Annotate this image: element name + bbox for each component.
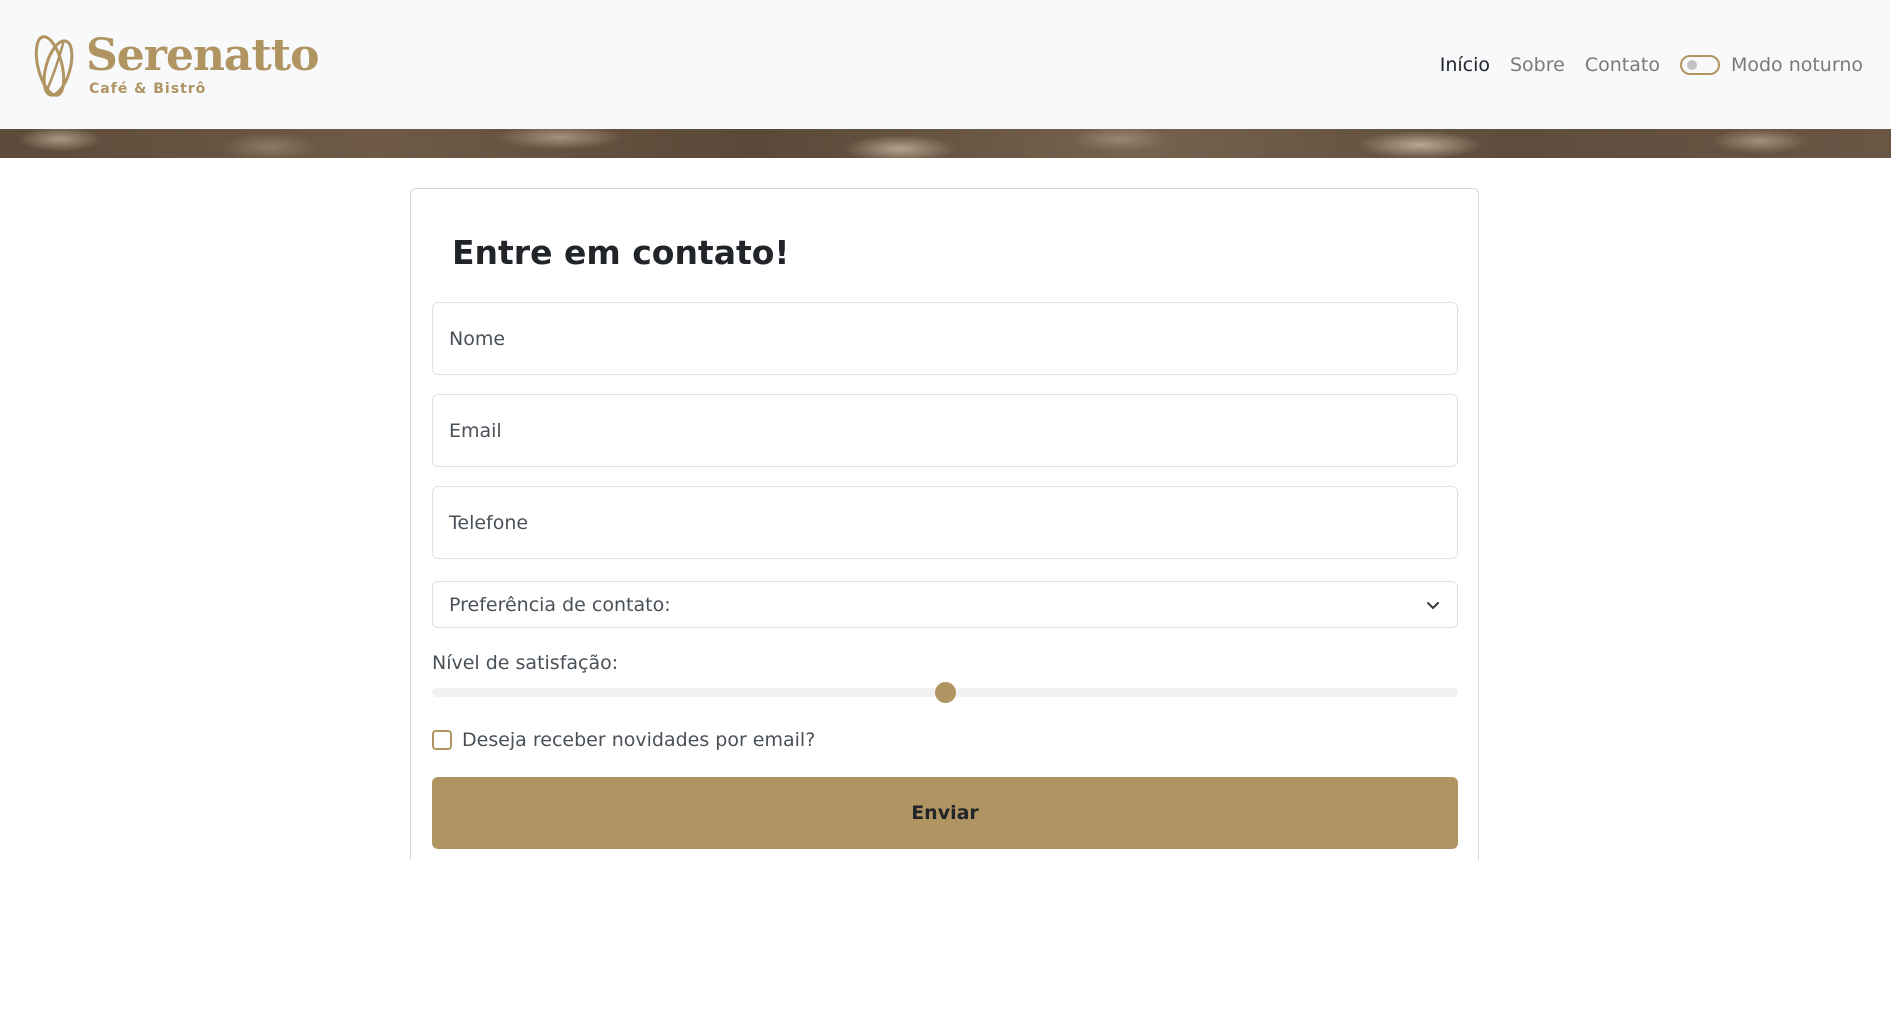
form-title: Entre em contato! [452,233,790,272]
email-input[interactable] [449,419,1441,442]
email-field [432,394,1458,467]
coffee-bean-logo-icon [34,34,74,97]
nav-link-sobre[interactable]: Sobre [1510,54,1565,76]
nav-link-inicio[interactable]: Início [1440,54,1490,76]
brand-name: Serenatto [86,29,319,81]
chevron-down-icon [1427,601,1439,609]
submit-button[interactable]: Enviar [432,777,1458,849]
contact-form-card: Entre em contato! Preferência de contato… [410,188,1479,860]
main-nav: Início Sobre Contato Modo noturno [1440,54,1863,76]
contact-preference-select[interactable]: Preferência de contato: [432,581,1458,628]
site-header: Serenatto Café & Bistrô Início Sobre Con… [0,0,1891,129]
newsletter-option[interactable]: Deseja receber novidades por email? [432,729,815,751]
toggle-switch[interactable] [1679,54,1720,75]
phone-input[interactable] [449,511,1441,534]
brand-logo[interactable]: Serenatto Café & Bistrô [28,29,319,100]
name-input[interactable] [449,327,1441,350]
contact-preference-value: Preferência de contato: [449,593,671,616]
phone-field [432,486,1458,559]
dark-mode-label: Modo noturno [1730,53,1863,76]
coffee-banner-image [0,129,1891,158]
newsletter-checkbox[interactable] [432,730,452,750]
name-field [432,302,1458,375]
newsletter-label: Deseja receber novidades por email? [462,729,816,751]
nav-link-contato[interactable]: Contato [1585,54,1660,76]
toggle-knob [1686,59,1697,70]
dark-mode-toggle[interactable]: Modo noturno [1679,53,1863,76]
satisfaction-label: Nível de satisfação: [432,652,619,674]
brand-tagline: Café & Bistrô [89,80,207,97]
slider-thumb[interactable] [935,682,956,703]
satisfaction-slider[interactable] [432,678,1458,708]
